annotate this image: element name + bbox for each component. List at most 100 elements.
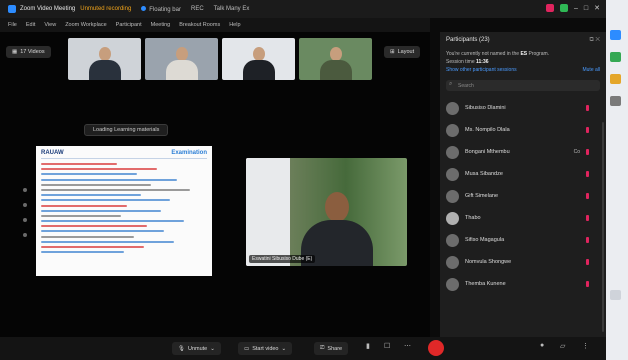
minimize-icon[interactable]: – <box>574 5 578 12</box>
microphone-icon: 🎙 <box>178 345 185 352</box>
slide-text-line <box>41 204 128 207</box>
grid-icon: ▦ <box>12 49 18 55</box>
slide-text-line <box>41 199 171 202</box>
desktop-file-icon[interactable] <box>610 290 621 300</box>
close-icon[interactable]: ✕ <box>594 4 600 12</box>
session-row: Session time 11:36 <box>446 58 600 66</box>
participant-name: Themba Kunene <box>465 281 506 287</box>
window-title: Zoom Video Meeting <box>20 6 76 12</box>
panel-scrollbar[interactable] <box>602 122 604 332</box>
menu-file[interactable]: File <box>8 22 17 28</box>
menu-participant[interactable]: Participant <box>116 22 142 28</box>
session-label: Session time <box>446 59 475 65</box>
side-dot-icon[interactable] <box>23 218 27 222</box>
start-video-button[interactable]: ▭ Start video ⌄ <box>238 342 293 355</box>
menu-meeting[interactable]: Meeting <box>151 22 171 28</box>
chat-panel-icon[interactable]: ▱ <box>560 342 565 350</box>
participant-video-tile[interactable] <box>299 38 372 80</box>
slide-title: Examination <box>171 150 207 156</box>
unmute-button[interactable]: 🎙 Unmute ⌄ <box>172 342 221 355</box>
chat-icon[interactable]: ☐ <box>384 342 390 350</box>
session-value: 11:36 <box>476 59 489 65</box>
slide-text-line <box>41 240 174 243</box>
meeting-name: Talk Many Ex <box>213 6 250 12</box>
participant-row[interactable]: Sibusiso Dlamini <box>440 97 606 119</box>
menu-help[interactable]: Help <box>229 22 240 28</box>
participant-row[interactable]: Ms. Nompilo Dlala <box>440 119 606 141</box>
side-controls <box>23 188 27 237</box>
person-head <box>252 47 265 61</box>
side-dot-icon[interactable] <box>23 188 27 192</box>
avatar <box>446 123 459 137</box>
active-speaker-video[interactable]: Eswatini Sibusiso Dube (E) <box>246 158 407 266</box>
layout-button[interactable]: ⊞ Layout <box>384 46 421 58</box>
participant-search-input[interactable]: Search <box>446 80 600 91</box>
chevron-down-icon[interactable]: ⌄ <box>210 346 215 352</box>
speaker-name-label: Eswatini Sibusiso Dube (E) <box>249 255 316 263</box>
participant-name: Thabo <box>465 215 481 221</box>
gallery-view-button[interactable]: ▦ 17 Videos <box>6 46 51 58</box>
participant-name: Bongani Mthembu <box>465 149 510 155</box>
slide-text-line <box>41 188 191 191</box>
zoom-logo-icon <box>8 5 16 13</box>
muted-mic-icon <box>586 281 589 287</box>
share-button[interactable]: ⎚ Share <box>314 342 349 355</box>
participants-header: Participants (23) ⧉ ✕ <box>440 32 606 48</box>
menu-view[interactable]: View <box>44 22 56 28</box>
participant-list: Sibusiso Dlamini Ms. Nompilo Dlala Bongani… <box>440 97 606 295</box>
menu-workplace[interactable]: Zoom Workplace <box>65 22 106 28</box>
expand-icon[interactable]: ⋮ <box>582 342 589 350</box>
slide-text-line <box>41 225 148 228</box>
menu-breakout[interactable]: Breakout Rooms <box>179 22 220 28</box>
maximize-icon[interactable]: □ <box>584 5 588 12</box>
participant-video-tile[interactable] <box>68 38 141 80</box>
security-shield-icon[interactable] <box>559 4 568 12</box>
avatar <box>446 101 459 115</box>
desktop-edge <box>606 0 628 360</box>
side-dot-icon[interactable] <box>23 233 27 237</box>
participant-name: Ms. Nompilo Dlala <box>465 127 510 133</box>
floating-bar-label[interactable]: Floating bar <box>141 5 181 13</box>
participants-title: Participants (23) <box>446 37 490 43</box>
layout-icon: ⊞ <box>390 49 395 55</box>
leave-meeting-button[interactable] <box>428 340 444 356</box>
share-screen-icon: ⎚ <box>320 345 325 351</box>
participant-row[interactable]: Nomvula Shongwe <box>440 251 606 273</box>
other-sessions-link[interactable]: Show other participant sessions <box>446 66 517 74</box>
muted-mic-icon <box>586 149 589 155</box>
notice-text: You're currently not named in the ES Pro… <box>446 50 600 58</box>
participant-row[interactable]: Musa Sibandze <box>440 163 606 185</box>
participant-name: Gift Simelane <box>465 193 499 199</box>
participant-row[interactable]: Gift Simelane <box>440 185 606 207</box>
desktop-app-icon[interactable] <box>610 30 621 40</box>
desktop-app-icon[interactable] <box>610 52 621 62</box>
show-materials-button[interactable]: Loading Learning materials <box>84 124 169 136</box>
slide-text-line <box>41 220 184 223</box>
participant-name: Sifiso Magagula <box>465 237 505 243</box>
gallery-view-label: 17 Videos <box>20 49 45 55</box>
more-icon[interactable]: ⋯ <box>404 342 411 350</box>
participant-video-tile[interactable] <box>222 38 295 80</box>
mute-all-link[interactable]: Mute all <box>582 66 600 74</box>
notice-bold: ES <box>520 51 528 57</box>
desktop-app-icon[interactable] <box>610 96 621 106</box>
participant-row[interactable]: Themba Kunene <box>440 273 606 295</box>
chevron-down-icon[interactable]: ⌄ <box>282 346 287 352</box>
participant-row[interactable]: Bongani Mthembu Co <box>440 141 606 163</box>
info-icon[interactable]: ● <box>540 342 544 349</box>
participant-video-tile[interactable] <box>145 38 218 80</box>
participants-icon[interactable]: ▮ <box>366 342 370 350</box>
desktop-app-icon[interactable] <box>610 74 621 84</box>
muted-mic-icon <box>586 127 589 133</box>
video-thumbnail-strip <box>68 38 372 80</box>
panel-popout-icon[interactable]: ⧉ ✕ <box>589 37 600 44</box>
slide-text-line <box>41 163 118 165</box>
menu-edit[interactable]: Edit <box>26 22 35 28</box>
participant-row[interactable]: Sifiso Magagula <box>440 229 606 251</box>
recording-warning: Unmuted recording <box>80 6 132 12</box>
participant-row[interactable]: Thabo <box>440 207 606 229</box>
participants-panel: Participants (23) ⧉ ✕ You're currently n… <box>440 32 606 337</box>
slide-header: RAUAW Examination <box>41 150 207 159</box>
slide-logo: RAUAW <box>41 150 64 156</box>
side-dot-icon[interactable] <box>23 203 27 207</box>
